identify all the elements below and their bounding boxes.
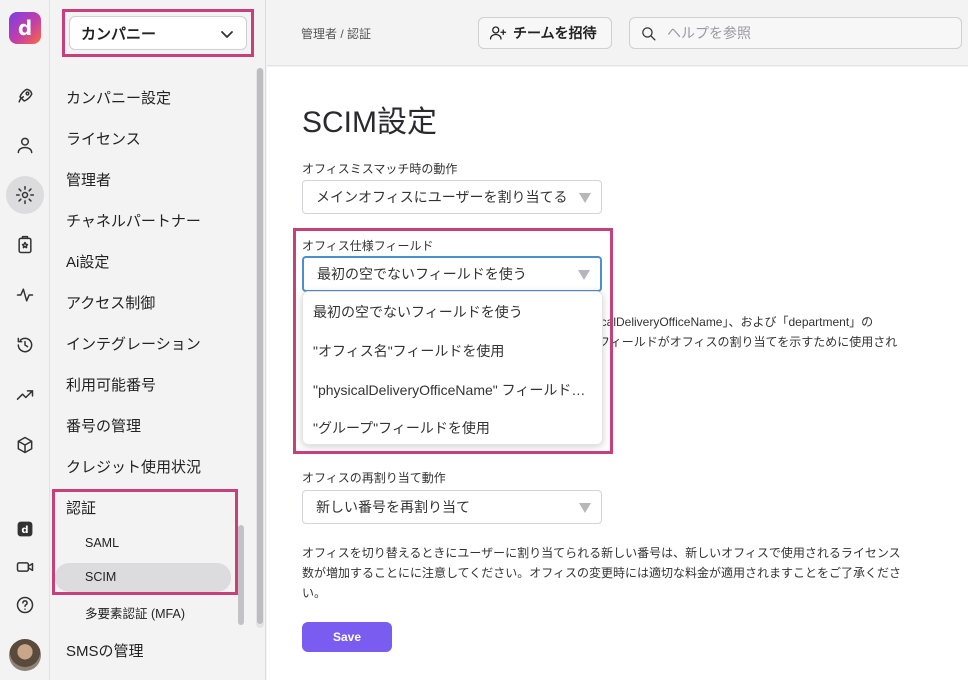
dropdown-option[interactable]: "オフィス名"フィールドを使用 [313,341,595,361]
chevron-down-icon [221,31,233,38]
invite-team-button[interactable]: チームを招待 [478,17,612,49]
reassign-select-value: 新しい番号を再割り当て [316,499,470,515]
selected-item-pill [55,563,231,592]
help-search-box[interactable] [629,17,962,49]
sidebar-item-company-settings[interactable]: カンパニー設定 [66,87,171,108]
help-search-input[interactable] [667,25,947,41]
reassign-label: オフィスの再割り当て動作 [302,471,446,485]
sidebar-item-ai-settings[interactable]: Ai設定 [66,251,109,272]
avatar[interactable] [9,639,41,671]
dropdown-arrow-icon [578,270,590,280]
dropdown-arrow-icon [579,193,591,203]
top-bar: 管理者 / 認証 チームを招待 [267,0,968,66]
sidebar-item-admins[interactable]: 管理者 [66,169,111,190]
sidebar-subitem-mfa[interactable]: 多要素認証 (MFA) [85,603,185,622]
sidebar-item-available-numbers[interactable]: 利用可能番号 [66,374,156,395]
save-button[interactable]: Save [302,622,392,652]
help-icon[interactable] [9,589,41,621]
sidebar-item-access-control[interactable]: アクセス制御 [66,292,155,313]
sidebar-item-integrations[interactable]: インテグレーション [66,333,201,354]
rocket-icon[interactable] [9,80,41,112]
sidebar-item-licenses[interactable]: ライセンス [66,128,141,149]
clipboard-icon[interactable] [9,229,41,261]
activity-icon[interactable] [9,279,41,311]
app-logo[interactable]: d [9,12,41,44]
history-icon[interactable] [9,329,41,361]
settings-sidebar: カンパニー カンパニー設定 ライセンス 管理者 チャネルパートナー Ai設定 ア… [50,0,266,680]
user-plus-icon [489,26,507,40]
dropdown-option[interactable]: "グループ"フィールドを使用 [313,418,595,438]
video-icon[interactable] [9,551,41,583]
svg-text:d: d [21,525,28,536]
search-icon [642,26,656,41]
office-field-description: icalDeliveryOfficeName」、および「department」の… [598,312,968,352]
sidebar-item-sms-management[interactable]: SMSの管理 [66,640,144,661]
sidebar-item-number-management[interactable]: 番号の管理 [66,415,141,436]
office-field-description-line: icalDeliveryOfficeName」、および「department」の [598,315,874,329]
gear-icon[interactable] [6,176,44,214]
trending-icon[interactable] [9,379,41,411]
office-field-select[interactable]: 最初の空でないフィールドを使う [302,256,602,292]
office-field-select-value: 最初の空でないフィールドを使う [317,266,527,282]
sidebar-scrollbar[interactable] [256,68,264,628]
company-select[interactable]: カンパニー [69,16,247,50]
dropdown-arrow-icon [579,503,591,513]
icon-rail: d d [0,0,50,680]
invite-team-label: チームを招待 [513,25,597,41]
dialpad-app-icon[interactable]: d [9,513,41,545]
company-select-label: カンパニー [81,25,157,43]
office-field-dropdown-menu: 最初の空でないフィールドを使う "オフィス名"フィールドを使用 "physica… [302,291,603,445]
sidebar-item-authentication[interactable]: 認証 [66,497,96,518]
office-field-label: オフィス仕様フィールド [302,239,434,253]
main-content: SCIM設定 オフィスミスマッチ時の動作 メインオフィスにユーザーを割り当てる … [267,67,968,680]
sidebar-scrollbar-thumb[interactable] [257,68,263,624]
app-root: d d カンパニー カンパニー設定 ライセンス 管理者 チャネルパートナー Ai… [0,0,968,680]
breadcrumb: 管理者 / 認証 [301,27,372,41]
user-icon[interactable] [9,129,41,161]
dropdown-option[interactable]: 最初の空でないフィールドを使う [313,302,595,322]
subnav-scrollbar[interactable] [238,525,244,625]
sidebar-item-channel-partner[interactable]: チャネルパートナー [66,210,201,231]
cube-icon[interactable] [9,429,41,461]
mismatch-select-value: メインオフィスにユーザーを割り当てる [316,189,568,205]
office-field-description-line: フィールドがオフィスの割り当てを示すために使用され [598,335,898,349]
dropdown-option[interactable]: "physicalDeliveryOfficeName" フィールドを使用 [313,380,595,400]
sidebar-item-credit-usage[interactable]: クレジット使用状況 [66,456,201,477]
reassign-select[interactable]: 新しい番号を再割り当て [302,490,602,524]
page-title: SCIM設定 [302,106,437,139]
sidebar-subitem-saml[interactable]: SAML [85,536,119,550]
mismatch-label: オフィスミスマッチ時の動作 [302,162,458,176]
reassign-description: オフィスを切り替えるときにユーザーに割り当てられる新しい番号は、新しいオフィスで… [302,546,902,600]
mismatch-select[interactable]: メインオフィスにユーザーを割り当てる [302,180,602,214]
sidebar-subitem-scim[interactable]: SCIM [85,570,116,584]
